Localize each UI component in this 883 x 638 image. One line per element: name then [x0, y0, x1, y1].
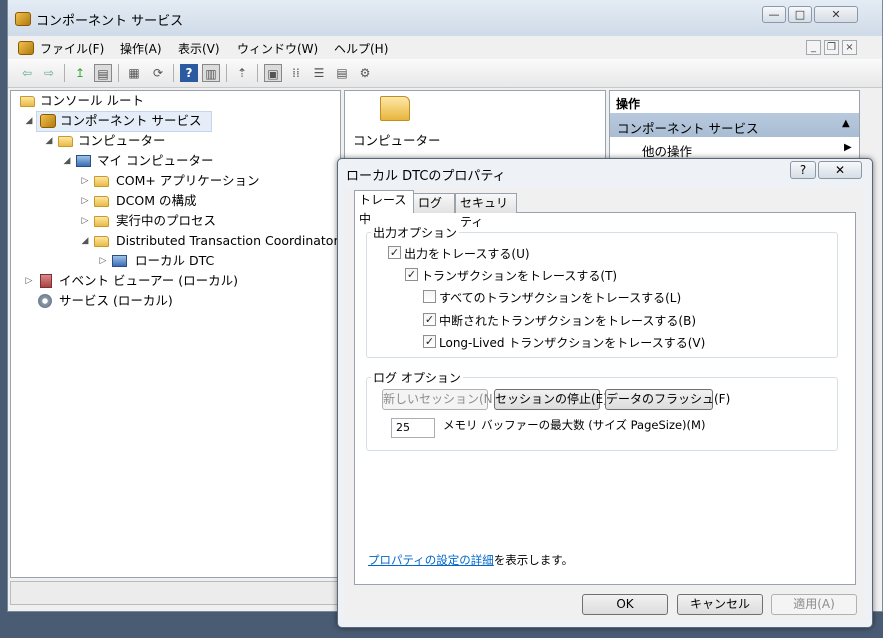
collapse-icon[interactable]: ◢: [44, 132, 54, 150]
mdi-minimize-button[interactable]: _: [806, 40, 821, 55]
toolbar-separator: [118, 64, 119, 82]
component-services-icon: [40, 114, 56, 128]
collapse-icon[interactable]: ◢: [62, 152, 72, 170]
close-button[interactable]: ✕: [814, 6, 858, 23]
folder-icon: [94, 236, 109, 247]
tab-log[interactable]: ログ: [413, 193, 455, 213]
up-folder-icon[interactable]: ↥: [71, 64, 89, 82]
expand-icon[interactable]: ▷: [80, 212, 90, 230]
expand-icon[interactable]: ▷: [24, 272, 34, 290]
trace-aborted-checkbox[interactable]: ✓: [423, 313, 436, 326]
menu-view[interactable]: 表示(V): [178, 40, 220, 57]
list-view-icon[interactable]: ☰: [310, 64, 328, 82]
maximize-button[interactable]: □: [788, 6, 812, 23]
large-icons-view-icon[interactable]: ▣: [264, 64, 282, 82]
actions-title: 操作: [616, 97, 641, 111]
new-window-icon[interactable]: ⇡: [233, 64, 251, 82]
tab-tracing[interactable]: トレース中: [354, 190, 414, 226]
collapse-up-icon[interactable]: ▲: [842, 118, 850, 129]
mdi-close-button[interactable]: ×: [842, 40, 857, 55]
trace-output-label: 出力をトレースする(U): [404, 247, 530, 261]
refresh-icon[interactable]: ⟳: [149, 64, 167, 82]
detail-view-icon[interactable]: ▤: [333, 64, 351, 82]
window-title: コンポーネント サービス: [36, 14, 184, 29]
menu-file[interactable]: ファイル(F): [40, 40, 104, 57]
toolbar-separator: [257, 64, 258, 82]
show-hide-console-tree-icon[interactable]: ▤: [94, 64, 112, 82]
folder-icon: [94, 216, 109, 227]
computers-folder-icon[interactable]: [380, 96, 410, 121]
folder-icon: [94, 176, 109, 187]
trace-long-lived-label: Long-Lived トランザクションをトレースする(V): [439, 336, 706, 350]
stop-session-button[interactable]: セッションの停止(E): [494, 389, 608, 410]
show-hide-action-pane-icon[interactable]: ▥: [202, 64, 220, 82]
component-services-icon: [15, 12, 31, 26]
expand-icon[interactable]: ▷: [80, 192, 90, 210]
apply-button[interactable]: 適用(A): [771, 594, 857, 615]
console-icon[interactable]: [18, 41, 34, 55]
menu-help[interactable]: ヘルプ(H): [334, 40, 388, 57]
mdi-restore-button[interactable]: ❐: [824, 40, 839, 55]
trace-aborted-label: 中断されたトランザクションをトレースする(B): [439, 314, 696, 328]
services-gear-icon: [38, 294, 52, 308]
trace-transactions-label: トランザクションをトレースする(T): [421, 269, 618, 283]
output-options-label: 出力オプション: [371, 224, 460, 241]
toolbar-separator: [226, 64, 227, 82]
collapse-icon[interactable]: ◢: [24, 112, 34, 130]
minimize-button[interactable]: —: [762, 6, 786, 23]
buffer-count-label: メモリ バッファーの最大数 (サイズ PageSize)(M): [443, 418, 706, 432]
expand-icon[interactable]: ▷: [80, 172, 90, 190]
dialog-close-button[interactable]: ✕: [818, 161, 862, 179]
forward-icon[interactable]: ⇨: [40, 64, 58, 82]
folder-icon: [94, 196, 109, 207]
back-icon[interactable]: ⇦: [18, 64, 36, 82]
small-icons-view-icon[interactable]: ⁞⁞: [287, 64, 305, 82]
buffer-count-input[interactable]: 25: [391, 418, 435, 438]
list-item-computers[interactable]: コンピューター: [353, 130, 441, 149]
settings-icon[interactable]: ⚙: [356, 64, 374, 82]
property-details-link[interactable]: プロパティの設定の詳細: [368, 553, 494, 567]
collapse-icon[interactable]: ◢: [80, 232, 90, 250]
trace-all-transactions-label: すべてのトランザクションをトレースする(L): [439, 291, 682, 305]
log-options-label: ログ オプション: [371, 369, 463, 386]
toolbar-separator: [64, 64, 65, 82]
new-session-button[interactable]: 新しいセッション(N): [382, 389, 497, 410]
toolbar-separator: [173, 64, 174, 82]
trace-transactions-checkbox[interactable]: ✓: [405, 268, 418, 281]
folder-icon: [20, 96, 35, 107]
folder-icon: [58, 136, 73, 147]
help-link-suffix: を表示します。: [493, 553, 574, 567]
ok-button[interactable]: OK: [582, 594, 668, 615]
trace-output-checkbox[interactable]: ✓: [388, 246, 401, 259]
export-list-icon[interactable]: ▦: [125, 64, 143, 82]
trace-long-lived-checkbox[interactable]: ✓: [423, 335, 436, 348]
flush-data-button[interactable]: データのフラッシュ(F): [605, 389, 730, 410]
event-viewer-icon: [40, 274, 52, 288]
help-link-line: プロパティの設定の詳細を表示します。: [368, 552, 573, 568]
computer-icon: [76, 155, 91, 167]
submenu-arrow-icon: ▶: [844, 142, 852, 153]
menu-window[interactable]: ウィンドウ(W): [237, 40, 318, 57]
actions-header: [610, 91, 859, 114]
cancel-button[interactable]: キャンセル: [677, 594, 763, 615]
dtc-icon: [112, 255, 127, 267]
dialog-help-button[interactable]: ?: [790, 161, 816, 179]
dialog-title: ローカル DTCのプロパティ: [346, 169, 506, 184]
help-icon[interactable]: ?: [180, 64, 198, 82]
actions-section-label: コンポーネント サービス: [617, 121, 759, 136]
expand-icon[interactable]: ▷: [98, 252, 108, 270]
menu-action[interactable]: 操作(A): [120, 40, 162, 57]
tab-security[interactable]: セキュリティ: [455, 193, 517, 229]
trace-all-transactions-checkbox[interactable]: [423, 290, 436, 303]
